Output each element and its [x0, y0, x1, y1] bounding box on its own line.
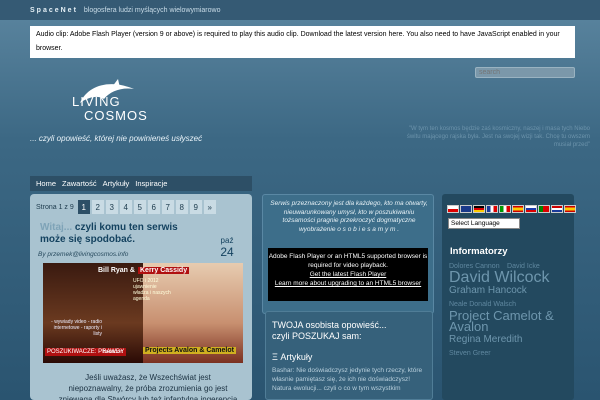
page-link-1[interactable]: 1 [77, 200, 90, 214]
search-input[interactable] [475, 67, 575, 78]
site-subtitle: blogosfera ludzi myślących wielowymiarow… [83, 6, 221, 14]
post-image-banner2: badacze: [103, 349, 124, 355]
post-byline[interactable]: By przemek@livingcosmos.info [38, 251, 128, 258]
post-image-name1: Bill Ryan & [98, 267, 135, 274]
tag-link[interactable]: Graham Hancock [449, 285, 527, 296]
flag-nl-icon[interactable] [551, 205, 563, 213]
post-image-caption-left: - wywiady video - radio internetowe - ra… [51, 319, 102, 337]
nav-item-artykuly[interactable]: Artykuły [103, 179, 130, 188]
personal-story-heading: TWOJA osobista opowieść... czyli POSZUKA… [272, 320, 387, 341]
post-date-month: paź [220, 236, 234, 245]
flash-video-notice: Adobe Flash Player or an HTML5 supported… [268, 248, 428, 301]
articles-heading[interactable]: Ξ Artykuły [272, 352, 312, 362]
page-link-3[interactable]: 3 [105, 200, 118, 214]
site-brand[interactable]: SpaceNet [30, 7, 78, 14]
flash-video-text: Adobe Flash Player or an HTML5 supported… [268, 253, 428, 269]
pagination-label: Strona 1 z 9 [36, 203, 74, 211]
top-bar: SpaceNet blogosfera ludzi myślących wiel… [0, 0, 600, 20]
post-title-faded: Witaj... [40, 222, 73, 233]
middle-quote: Serwis przeznaczony jest dla każdego, kt… [270, 200, 428, 233]
flag-gb-icon[interactable] [460, 205, 472, 213]
page-link-5[interactable]: 5 [133, 200, 146, 214]
flag-it-icon[interactable] [499, 205, 511, 213]
informatory-heading: Informatorzy [450, 246, 508, 257]
flag-ru-icon[interactable] [525, 205, 537, 213]
post-image-name2: Kerry Cassidy [138, 267, 190, 274]
flag-pl-icon[interactable] [447, 205, 459, 213]
article-link[interactable]: Bashar: Nie doświadczysz jedynie tych rz… [272, 366, 427, 384]
nav-item-zawartosc[interactable]: Zawartość [62, 179, 97, 188]
tag-link[interactable]: Project Camelot & Avalon [449, 309, 570, 333]
page-link-next[interactable]: » [203, 200, 216, 214]
page-link-8[interactable]: 8 [175, 200, 188, 214]
post-image[interactable]: Bill Ryan & Kerry Cassidy UFO i 2012 uja… [43, 263, 243, 363]
pagination: Strona 1 z 9 1 2 3 4 5 6 7 8 9 » [36, 200, 216, 214]
articles-list: Bashar: Nie doświadczysz jedynie tych rz… [272, 366, 427, 393]
post-image-banner3: Projects Avalon & Camelot [143, 347, 236, 354]
html5-upgrade-link[interactable]: Learn more about upgrading to an HTML5 b… [268, 279, 428, 288]
language-flags [447, 205, 576, 213]
flash-audio-notice: Audio clip: Adobe Flash Player (version … [30, 26, 575, 58]
flag-es-icon[interactable] [512, 205, 524, 213]
main-nav: Home Zawartość Artykuły Inspiracje [30, 176, 252, 191]
tag-link[interactable]: Steven Greer [449, 348, 491, 359]
tag-link[interactable]: Regina Meredith [449, 334, 522, 345]
post-title[interactable]: Witaj... czyli komu ten serwis może się … [40, 222, 200, 246]
flag-de-icon[interactable] [473, 205, 485, 213]
language-select[interactable]: Select Language [448, 218, 520, 229]
page-link-9[interactable]: 9 [189, 200, 202, 214]
post-date: paź 24 [218, 236, 236, 259]
page-link-4[interactable]: 4 [119, 200, 132, 214]
post-image-caption-top: UFO i 2012 ujawnienie władza i naszych a… [133, 278, 171, 302]
page-link-2[interactable]: 2 [91, 200, 104, 214]
flag-pt-icon[interactable] [538, 205, 550, 213]
flash-get-link[interactable]: Get the latest Flash Player [268, 270, 428, 279]
post-date-day: 24 [220, 245, 234, 259]
tag-link[interactable]: David Wilcock [449, 270, 549, 286]
logo-text-cosmos: COSMOS [84, 108, 148, 123]
nav-item-home[interactable]: Home [36, 179, 56, 188]
logo-text-living: LIVING [72, 94, 121, 109]
flag-fr-icon[interactable] [486, 205, 498, 213]
page-link-7[interactable]: 7 [161, 200, 174, 214]
header-quote: "W tym ten kosmos będzie zaś kosmiczny, … [406, 126, 590, 148]
page-link-6[interactable]: 6 [147, 200, 160, 214]
tagline: ... czyli opowieść, której nie powiniene… [30, 134, 203, 143]
nav-item-inspiracje[interactable]: Inspiracje [135, 179, 167, 188]
post-excerpt: Jeśli uważasz, że Wszechświat jest niepo… [58, 373, 238, 400]
tag-cloud: Dolores Cannon David Icke David Wilcock … [449, 258, 573, 400]
flag-es2-icon[interactable] [564, 205, 576, 213]
article-link[interactable]: Natura ewolucji... czyli o co w tym wszy… [272, 384, 427, 393]
